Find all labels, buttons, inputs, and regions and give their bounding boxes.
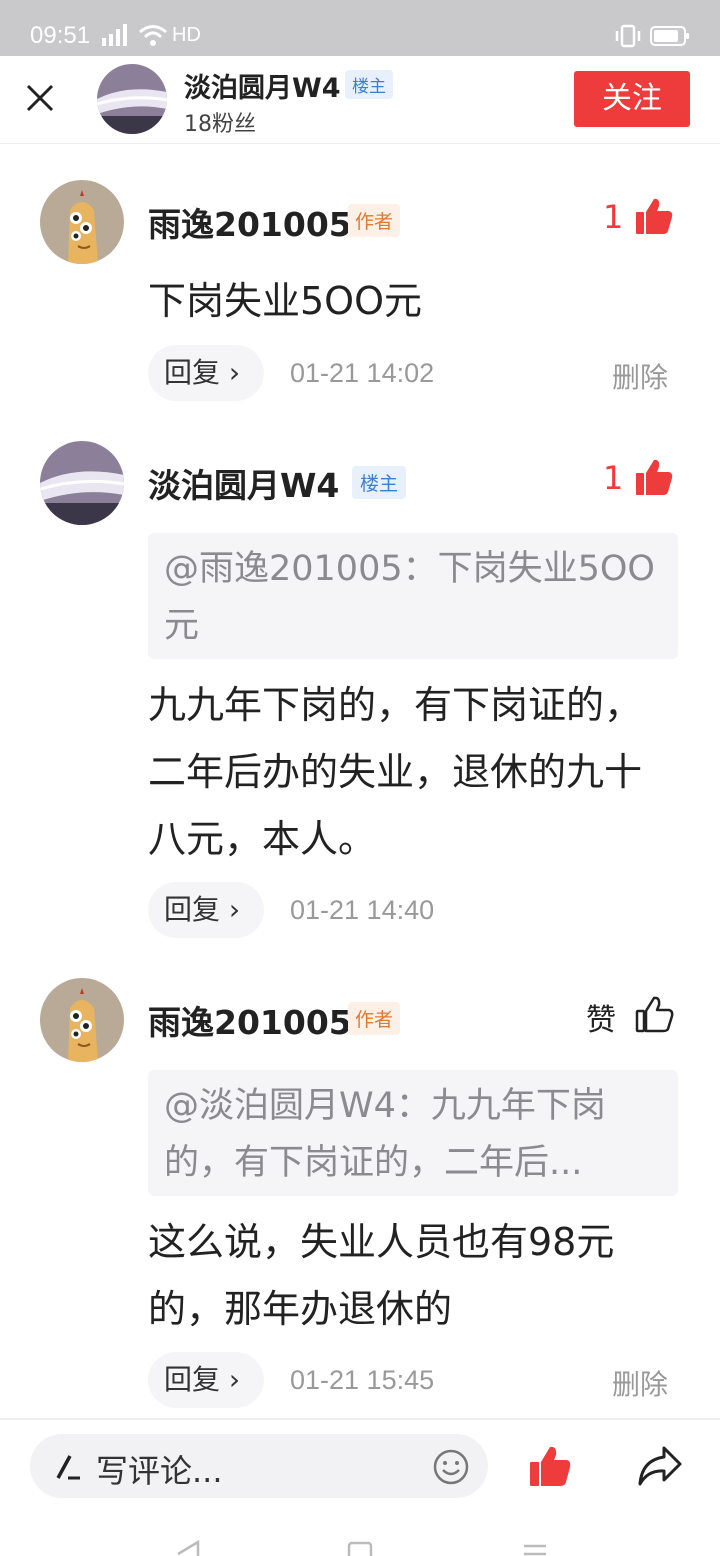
- wifi-icon: [139, 25, 167, 46]
- pen-icon: [56, 1455, 80, 1480]
- header-divider: [0, 143, 720, 144]
- reply-button[interactable]: 回复 ›: [148, 345, 264, 401]
- comment-time: 01-21 14:40: [290, 895, 435, 925]
- bottom-bar-divider: [0, 1418, 720, 1420]
- chevron-right-icon: ›: [220, 1363, 241, 1396]
- delete-button[interactable]: 删除: [612, 356, 668, 396]
- emoji-icon[interactable]: [432, 1448, 470, 1486]
- owner-badge: 楼主: [345, 70, 393, 99]
- network-label: HD: [172, 24, 201, 46]
- quoted-reply: @淡泊圆月W4：九九年下岗的，有下岗证的，二年后...: [148, 1070, 678, 1196]
- delete-button[interactable]: 删除: [612, 1363, 668, 1403]
- avatar[interactable]: [40, 978, 124, 1062]
- owner-badge: 楼主: [352, 466, 407, 499]
- follower-count: 18粉丝: [184, 112, 256, 137]
- follow-button[interactable]: 关注: [574, 71, 690, 127]
- comment-text: 下岗失业5OO元: [148, 279, 422, 323]
- comment-author: 雨逸201005: [148, 1003, 352, 1042]
- like-count: 1: [603, 459, 624, 497]
- share-icon[interactable]: [636, 1444, 684, 1488]
- like-count: 1: [603, 198, 624, 236]
- author-badge: 作者: [348, 204, 401, 237]
- reply-label: 回复: [164, 893, 221, 926]
- reply-label: 回复: [164, 1363, 221, 1396]
- nav-home-icon[interactable]: [346, 1540, 376, 1556]
- header-avatar[interactable]: [97, 64, 167, 134]
- thumbs-up-icon[interactable]: [634, 457, 674, 497]
- post-header: 淡泊圆月W4 楼主 18粉丝 关注: [0, 56, 720, 144]
- status-time: 09:51: [30, 22, 91, 49]
- thumbs-up-icon[interactable]: [634, 196, 674, 236]
- nav-menu-icon[interactable]: [520, 1540, 550, 1556]
- comment-author: 淡泊圆月W4: [148, 466, 340, 505]
- thumbs-up-icon[interactable]: [528, 1444, 572, 1488]
- quoted-reply: @雨逸201005：下岗失业5OO元: [148, 533, 678, 659]
- comment-time: 01-21 14:02: [290, 358, 435, 388]
- signal-icon: [102, 24, 127, 46]
- close-icon[interactable]: [20, 78, 60, 118]
- comment-input-placeholder: 写评论...: [96, 1452, 223, 1490]
- battery-icon: [650, 26, 689, 46]
- reply-label: 回复: [164, 356, 221, 389]
- vibrate-icon: [615, 24, 641, 48]
- avatar[interactable]: [40, 441, 124, 525]
- like-label[interactable]: 赞: [586, 995, 616, 1039]
- chevron-right-icon: ›: [220, 893, 241, 926]
- comment-input[interactable]: 写评论...: [30, 1434, 488, 1498]
- thumbs-up-outline-icon[interactable]: [634, 994, 674, 1034]
- comment-time: 01-21 15:45: [290, 1365, 435, 1395]
- comment-text: 九九年下岗的，有下岗证的，二年后办的失业，退休的九十八元，本人。: [148, 683, 643, 861]
- nav-back-icon[interactable]: [172, 1540, 202, 1556]
- header-username: 淡泊圆月W4: [184, 73, 341, 104]
- reply-button[interactable]: 回复 ›: [148, 1352, 264, 1408]
- avatar[interactable]: [40, 180, 124, 264]
- comment-text: 这么说，失业人员也有98元的，那年办退休的: [148, 1220, 615, 1331]
- comment-author: 雨逸201005: [148, 205, 352, 244]
- reply-button[interactable]: 回复 ›: [148, 882, 264, 938]
- author-badge: 作者: [348, 1002, 401, 1035]
- status-bar: 09:51 HD: [0, 0, 720, 56]
- chevron-right-icon: ›: [220, 356, 241, 389]
